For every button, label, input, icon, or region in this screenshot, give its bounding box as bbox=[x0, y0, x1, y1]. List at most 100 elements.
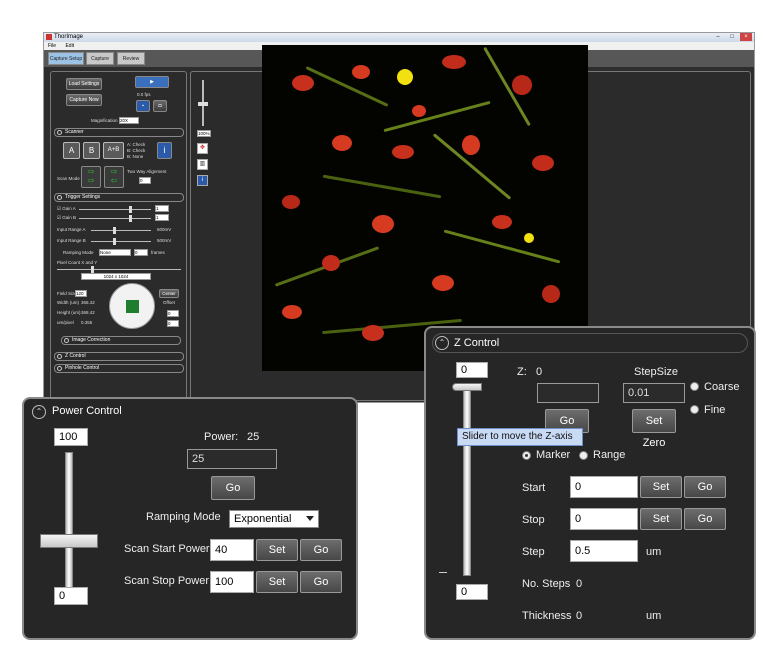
range-radio[interactable] bbox=[579, 451, 588, 460]
gain-b-value[interactable]: 1 bbox=[155, 214, 169, 221]
gain-b-label: ☑ Gain B bbox=[57, 215, 77, 220]
channel-a-check: A: Check bbox=[127, 142, 146, 147]
field-scan-area[interactable] bbox=[109, 283, 155, 329]
scanner-section[interactable]: Scanner bbox=[54, 128, 184, 137]
info-icon[interactable]: i bbox=[157, 142, 172, 159]
set-zero-button[interactable]: Set Zero bbox=[632, 409, 676, 449]
start-input[interactable]: 0 bbox=[570, 476, 638, 498]
minimize-icon[interactable]: – bbox=[712, 33, 724, 41]
stop-input[interactable]: 0 bbox=[570, 508, 638, 530]
pan-icon[interactable]: ✥ bbox=[197, 143, 208, 154]
two-way-value[interactable]: 0 bbox=[139, 177, 151, 184]
menu-file[interactable]: File bbox=[48, 43, 56, 49]
camera-icon[interactable]: ◘ bbox=[153, 100, 167, 112]
scan-stop-power-input[interactable]: 100 bbox=[210, 571, 254, 593]
tab-review[interactable]: Review bbox=[117, 52, 145, 65]
field-size-input[interactable]: 120 bbox=[75, 290, 87, 297]
gain-a-text: Gain A bbox=[62, 206, 76, 211]
scan-stop-go-button[interactable]: Go bbox=[300, 571, 342, 593]
offset-y-input[interactable]: 0 bbox=[167, 320, 179, 327]
channel-a-button[interactable]: A bbox=[63, 142, 80, 159]
pinhole-control-section[interactable]: Pinhole Control bbox=[54, 364, 184, 373]
channel-ab-button[interactable]: A+B bbox=[103, 142, 124, 159]
magnification-label: Magnification bbox=[91, 118, 118, 123]
step-input[interactable]: 0.5 bbox=[570, 540, 638, 562]
coarse-radio[interactable] bbox=[690, 382, 699, 391]
ramping-mode-select[interactable]: Exponential bbox=[229, 510, 319, 528]
zoom-value[interactable]: 100% bbox=[197, 130, 211, 137]
z-slider-max[interactable]: 0 bbox=[456, 362, 488, 378]
power-slider-thumb[interactable] bbox=[40, 533, 98, 548]
z-slider-thumb[interactable] bbox=[452, 383, 482, 391]
frames-label: frames bbox=[151, 250, 165, 255]
scan-stop-set-button[interactable]: Set bbox=[256, 571, 298, 593]
stop-set-button[interactable]: Set bbox=[640, 508, 682, 530]
tab-capture[interactable]: Capture bbox=[86, 52, 114, 65]
marker-radio[interactable] bbox=[522, 451, 531, 460]
power-slider-track[interactable] bbox=[65, 452, 73, 588]
info-icon[interactable]: i bbox=[197, 175, 208, 186]
histogram-icon[interactable]: ▥ bbox=[197, 159, 208, 170]
zoom-slider-thumb[interactable] bbox=[198, 102, 208, 106]
power-go-button[interactable]: Go bbox=[211, 476, 255, 500]
pinhole-label: Pinhole Control bbox=[65, 365, 100, 371]
image-correction-section[interactable]: Image Correction bbox=[61, 336, 181, 345]
z-value: 0 bbox=[536, 366, 543, 378]
z-control-label: Z Control bbox=[65, 353, 86, 359]
start-set-button[interactable]: Set bbox=[640, 476, 682, 498]
trigger-settings-section[interactable]: Trigger Settings bbox=[54, 193, 184, 202]
save-icon[interactable]: ▪ bbox=[136, 100, 150, 112]
input-range-a-slider[interactable] bbox=[91, 227, 151, 234]
scan-start-go-button[interactable]: Go bbox=[300, 539, 342, 561]
z-slider-track[interactable] bbox=[463, 386, 471, 576]
width-label: Width (um) bbox=[57, 300, 80, 305]
load-settings-button[interactable]: Load Settings bbox=[66, 78, 102, 90]
scan-start-power-input[interactable]: 40 bbox=[210, 539, 254, 561]
pixel-count-slider[interactable] bbox=[57, 266, 181, 273]
z-input[interactable] bbox=[537, 383, 599, 403]
scan-mode-twoway-icon[interactable]: ⇨ ⇦ bbox=[104, 166, 124, 188]
microscopy-image[interactable] bbox=[262, 45, 588, 371]
scan-region-marker[interactable] bbox=[126, 300, 139, 313]
gain-a-slider[interactable] bbox=[79, 206, 151, 213]
start-go-button[interactable]: Go bbox=[684, 476, 726, 498]
fine-radio[interactable] bbox=[690, 405, 699, 414]
magnification-select[interactable]: 20X bbox=[119, 117, 139, 124]
offset-label: Offset bbox=[163, 300, 175, 305]
menu-edit[interactable]: Edit bbox=[65, 43, 74, 49]
maximize-icon[interactable]: □ bbox=[726, 33, 738, 41]
collapse-icon bbox=[57, 130, 62, 135]
power-slider-min[interactable]: 0 bbox=[54, 587, 88, 605]
play-button[interactable]: ▶ bbox=[135, 76, 169, 88]
collapse-icon bbox=[57, 354, 62, 359]
center-button[interactable]: Center bbox=[159, 289, 179, 298]
input-range-a-value: 500mV bbox=[157, 227, 172, 232]
gain-b-slider[interactable] bbox=[79, 215, 151, 222]
power-slider-max[interactable]: 100 bbox=[54, 428, 88, 446]
power-input[interactable]: 25 bbox=[187, 449, 277, 469]
stop-label: Stop bbox=[522, 514, 545, 526]
input-range-a-label: Input Range A bbox=[57, 227, 86, 232]
channel-b-button[interactable]: B bbox=[83, 142, 100, 159]
tab-capture-setup[interactable]: Capture Setup bbox=[48, 52, 84, 65]
pixel-count-value[interactable]: 1024 x 1024 bbox=[81, 273, 151, 280]
input-range-b-slider[interactable] bbox=[91, 238, 151, 245]
capture-now-button[interactable]: Capture Now bbox=[66, 94, 102, 106]
scan-mode-oneway-icon[interactable]: ⇨ ⇨ bbox=[81, 166, 101, 188]
scan-start-power-label: Scan Start Power bbox=[124, 543, 210, 555]
collapse-icon[interactable]: ⌃ bbox=[32, 405, 46, 419]
collapse-icon[interactable]: ⌃ bbox=[435, 336, 449, 350]
stepsize-input[interactable]: 0.01 bbox=[623, 383, 685, 403]
input-range-b-label: Input Range B bbox=[57, 238, 86, 243]
stop-go-button[interactable]: Go bbox=[684, 508, 726, 530]
z-control-section[interactable]: Z Control bbox=[54, 352, 184, 361]
close-icon[interactable]: × bbox=[740, 33, 752, 41]
ramping-mode-select[interactable]: None bbox=[99, 249, 131, 256]
scan-start-set-button[interactable]: Set bbox=[256, 539, 298, 561]
offset-x-input[interactable]: 0 bbox=[167, 310, 179, 317]
z-slider-min[interactable]: 0 bbox=[456, 584, 488, 600]
gain-a-value[interactable]: 1 bbox=[155, 205, 169, 212]
ramping-frames-input[interactable]: 0 bbox=[134, 249, 148, 256]
app-logo-icon bbox=[46, 34, 52, 40]
marker-label: Marker bbox=[536, 449, 571, 461]
